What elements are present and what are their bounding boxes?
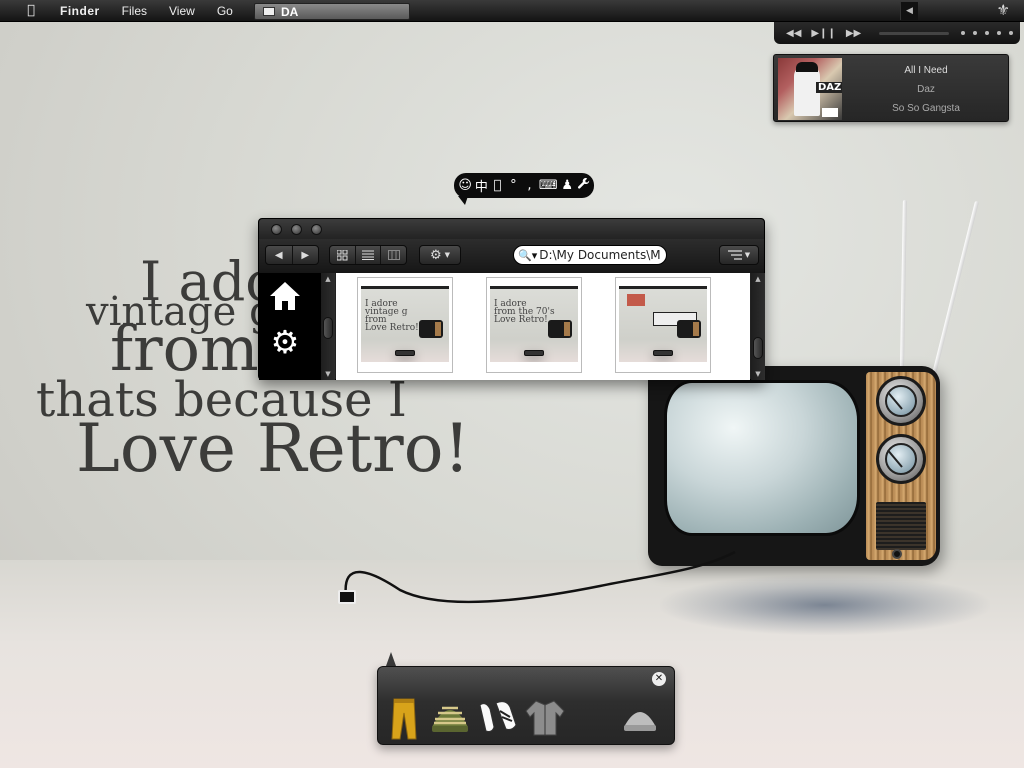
apple-icon[interactable]:  xyxy=(491,178,504,193)
path-search-field[interactable]: 🔍▾ xyxy=(513,245,667,265)
previous-track-icon[interactable]: ◀◀ xyxy=(786,28,801,39)
file-browser-content: I adore vintage g from Love Retro! I adore f… xyxy=(336,273,750,380)
taskbar-button-da[interactable]: DA xyxy=(254,3,410,20)
wallpaper-line-3: from xyxy=(110,312,259,385)
yellow-pants-icon[interactable] xyxy=(384,697,424,740)
keyboard-icon[interactable]: ⌨ xyxy=(539,178,558,193)
path-search-input[interactable] xyxy=(539,248,666,262)
window-icon xyxy=(263,7,275,16)
file-thumbnail-2[interactable]: I adore from the 70's Love Retro! xyxy=(486,277,582,373)
retro-tv xyxy=(648,366,940,566)
song-title: All I Need xyxy=(904,65,948,76)
chevron-down-icon: ▼ xyxy=(444,251,451,259)
menu-view[interactable]: View xyxy=(169,4,195,18)
tv-antenna-left xyxy=(900,199,907,369)
arrange-menu-button[interactable]: ▼ xyxy=(719,245,759,265)
taskbar-button-label: DA xyxy=(281,4,299,19)
chinese-input-icon[interactable]: 中 xyxy=(475,176,488,195)
gear-icon: ⚙ xyxy=(429,247,442,263)
grey-beanie-icon[interactable] xyxy=(620,697,660,737)
next-track-icon[interactable]: ▶▶ xyxy=(846,28,861,39)
close-button[interactable] xyxy=(271,224,282,235)
jacket-icon[interactable] xyxy=(524,697,565,737)
menu-finder[interactable]: Finder xyxy=(60,4,100,18)
input-toolbar-bubble: ☺ 中  ° , ⌨ ♟ xyxy=(454,173,594,205)
artist-name: Daz xyxy=(917,84,935,95)
zoom-button[interactable] xyxy=(311,224,322,235)
file-thumbnail-1[interactable]: I adore vintage g from Love Retro! xyxy=(357,277,453,373)
home-icon[interactable] xyxy=(268,279,302,313)
forward-button[interactable]: ▶ xyxy=(293,246,319,264)
icon-view-button[interactable] xyxy=(330,246,356,264)
back-button[interactable]: ◀ xyxy=(266,246,293,264)
tv-speaker xyxy=(876,502,926,550)
dock-handle[interactable] xyxy=(386,652,396,666)
apple-menu-icon[interactable]:  xyxy=(22,3,40,18)
dock-close-icon[interactable]: ✕ xyxy=(652,672,666,686)
tv-knob-top xyxy=(876,376,926,426)
media-controls: ◀◀ ▶❙❙ ▶▶ xyxy=(774,22,1020,44)
grid-icon xyxy=(336,249,348,260)
nav-buttons: ◀ ▶ xyxy=(265,245,319,265)
action-menu-button[interactable]: ⚙ ▼ xyxy=(419,245,461,265)
finder-window: ◀ ▶ ⚙ ▼ 🔍▾ ▼ ⚙ xyxy=(258,218,765,380)
tray-expand-icon[interactable]: ◀ xyxy=(900,2,918,20)
tv-antenna-right xyxy=(932,200,980,375)
media-dots xyxy=(961,31,1014,35)
finder-toolbar: ◀ ▶ ⚙ ▼ 🔍▾ ▼ xyxy=(259,239,764,273)
wallpaper-line-5: Love Retro! xyxy=(76,410,470,487)
album-logo: DAZ xyxy=(816,82,842,93)
tv-control-panel xyxy=(866,372,936,560)
sneakers-icon[interactable] xyxy=(476,697,517,737)
list-icon xyxy=(362,250,374,260)
finder-sidebar: ⚙ xyxy=(259,273,321,380)
play-pause-icon[interactable]: ▶❙❙ xyxy=(811,28,835,39)
tv-cable xyxy=(344,550,736,604)
chevron-down-icon: ▼ xyxy=(744,251,751,259)
menu-go[interactable]: Go xyxy=(217,4,233,18)
minimize-button[interactable] xyxy=(291,224,302,235)
power-plug xyxy=(338,590,356,604)
comma-icon[interactable]: , xyxy=(523,178,536,193)
smiley-icon[interactable]: ☺ xyxy=(458,178,472,193)
striped-beanie-icon[interactable] xyxy=(430,697,470,737)
file-thumbnail-3[interactable] xyxy=(615,277,711,373)
menu-files[interactable]: Files xyxy=(122,4,147,18)
arrange-icon xyxy=(727,250,742,260)
seek-bar[interactable] xyxy=(879,31,950,35)
tv-foot xyxy=(892,549,902,559)
tv-knob-bottom xyxy=(876,434,926,484)
finder-titlebar[interactable] xyxy=(259,219,764,239)
search-icon: 🔍▾ xyxy=(518,248,538,262)
sidebar-scrollbar[interactable]: ▲ ▼ xyxy=(321,273,335,380)
content-scrollbar[interactable]: ▲ ▼ xyxy=(751,273,765,380)
album-art: DAZ xyxy=(778,58,842,120)
person-icon[interactable]: ♟ xyxy=(561,178,574,193)
view-mode-buttons xyxy=(329,245,407,265)
columns-icon xyxy=(387,250,400,260)
album-name: So So Gangsta xyxy=(892,103,960,114)
degree-icon[interactable]: ° xyxy=(507,178,520,193)
fleur-de-lis-icon[interactable]: ⚜ xyxy=(997,1,1010,19)
tv-screen xyxy=(664,380,860,536)
now-playing-widget: DAZ All I Need Daz So So Gangsta xyxy=(773,54,1009,122)
gear-icon[interactable]: ⚙ xyxy=(268,325,302,359)
list-view-button[interactable] xyxy=(356,246,382,264)
wrench-icon[interactable] xyxy=(577,177,590,194)
column-view-button[interactable] xyxy=(381,246,406,264)
dock: ✕ xyxy=(377,666,675,745)
menu-bar:  Finder Files View Go xyxy=(0,0,1024,22)
